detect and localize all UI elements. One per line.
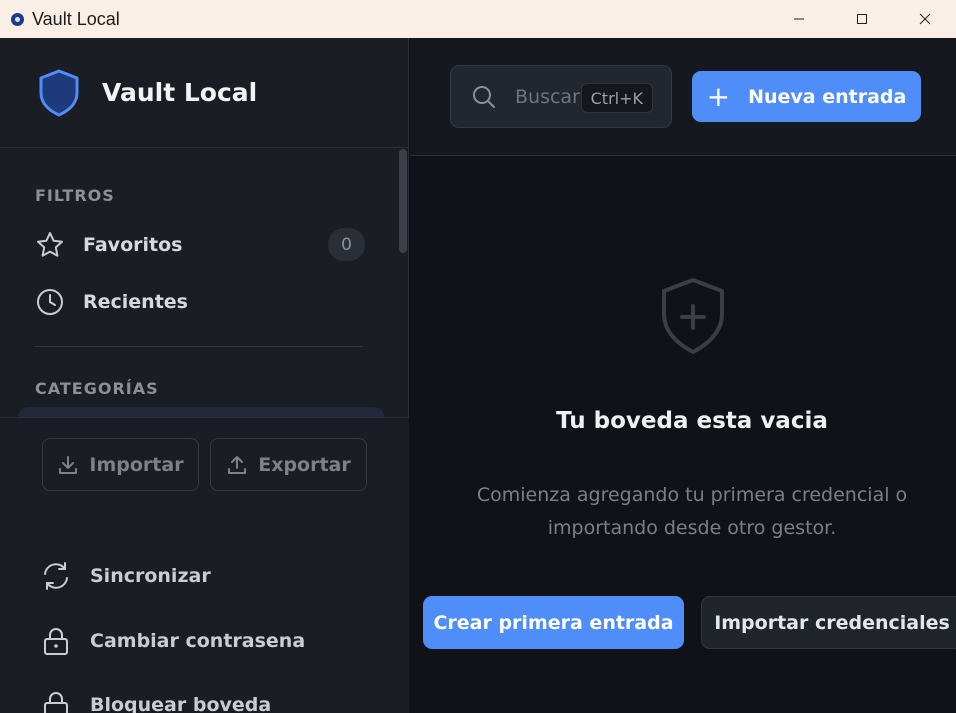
close-icon [919,13,930,25]
shield-plus-icon [662,278,724,354]
sidebar-scrollbar[interactable] [399,149,407,253]
upload-icon [228,455,247,474]
new-entry-label: Nueva entrada [748,85,907,108]
search-shortcut-hint: Ctrl+K [580,83,653,113]
close-button[interactable] [893,0,956,38]
search-placeholder: Buscar [515,85,580,108]
clock-icon [37,289,63,315]
window-titlebar: Vault Local [0,0,956,38]
empty-state-description: Comienza agregando tu primera credencial… [476,484,908,539]
change-password-button[interactable]: Cambiar contrasena [40,623,305,659]
app-icon [11,12,24,26]
sidebar: Vault Local FILTROS Favoritos 0 Reciente… [0,38,409,713]
lock-keyhole-icon [44,628,68,655]
shield-logo-icon [39,69,79,116]
import-label: Importar [89,453,184,476]
lock-vault-label: Bloquear boveda [90,694,272,713]
window-controls [767,0,956,38]
minimize-button[interactable] [767,0,830,38]
brand: Vault Local [0,38,408,148]
sidebar-actions: Importar Exportar Sincronizar Cambiar co… [0,417,409,713]
search-icon [473,85,495,108]
favorites-label: Favoritos [83,234,183,256]
sync-label: Sincronizar [90,565,211,587]
new-entry-button[interactable]: + Nueva entrada [692,71,921,122]
favorites-count-badge: 0 [328,228,365,261]
maximize-icon [856,14,867,24]
search-input[interactable]: Buscar Ctrl+K [450,65,672,128]
change-password-label: Cambiar contrasena [90,630,306,652]
categories-heading: CATEGORÍAS [35,379,159,398]
lock-vault-button[interactable]: Bloquear boveda [40,687,271,713]
download-icon [59,455,78,474]
window-title: Vault Local [32,8,120,29]
empty-state-title: Tu boveda esta vacia [556,408,828,434]
sync-button[interactable]: Sincronizar [40,558,211,594]
import-credentials-button[interactable]: Importar credenciales [701,596,956,649]
empty-state: Tu boveda esta vacia Comienza agregando … [410,156,956,713]
sidebar-item-recent[interactable]: Recientes [35,285,365,319]
sidebar-item-favorites[interactable]: Favoritos 0 [35,228,365,262]
create-first-entry-button[interactable]: Crear primera entrada [423,596,684,649]
export-button[interactable]: Exportar [210,438,367,491]
sidebar-filters-scroll: FILTROS Favoritos 0 Recientes CATEGORÍAS [0,149,409,417]
sync-icon [44,562,68,590]
main-header: Buscar Ctrl+K + Nueva entrada [410,38,956,156]
plus-icon: + [706,79,731,113]
category-item-partial[interactable] [18,407,384,417]
brand-name: Vault Local [102,78,258,107]
import-button[interactable]: Importar [42,438,199,491]
maximize-button[interactable] [830,0,893,38]
lock-icon [44,692,68,713]
minimize-icon [793,18,804,20]
filters-heading: FILTROS [35,186,115,205]
sidebar-divider [35,346,363,347]
recent-label: Recientes [83,291,188,313]
star-icon [37,232,63,257]
export-label: Exportar [258,453,351,476]
